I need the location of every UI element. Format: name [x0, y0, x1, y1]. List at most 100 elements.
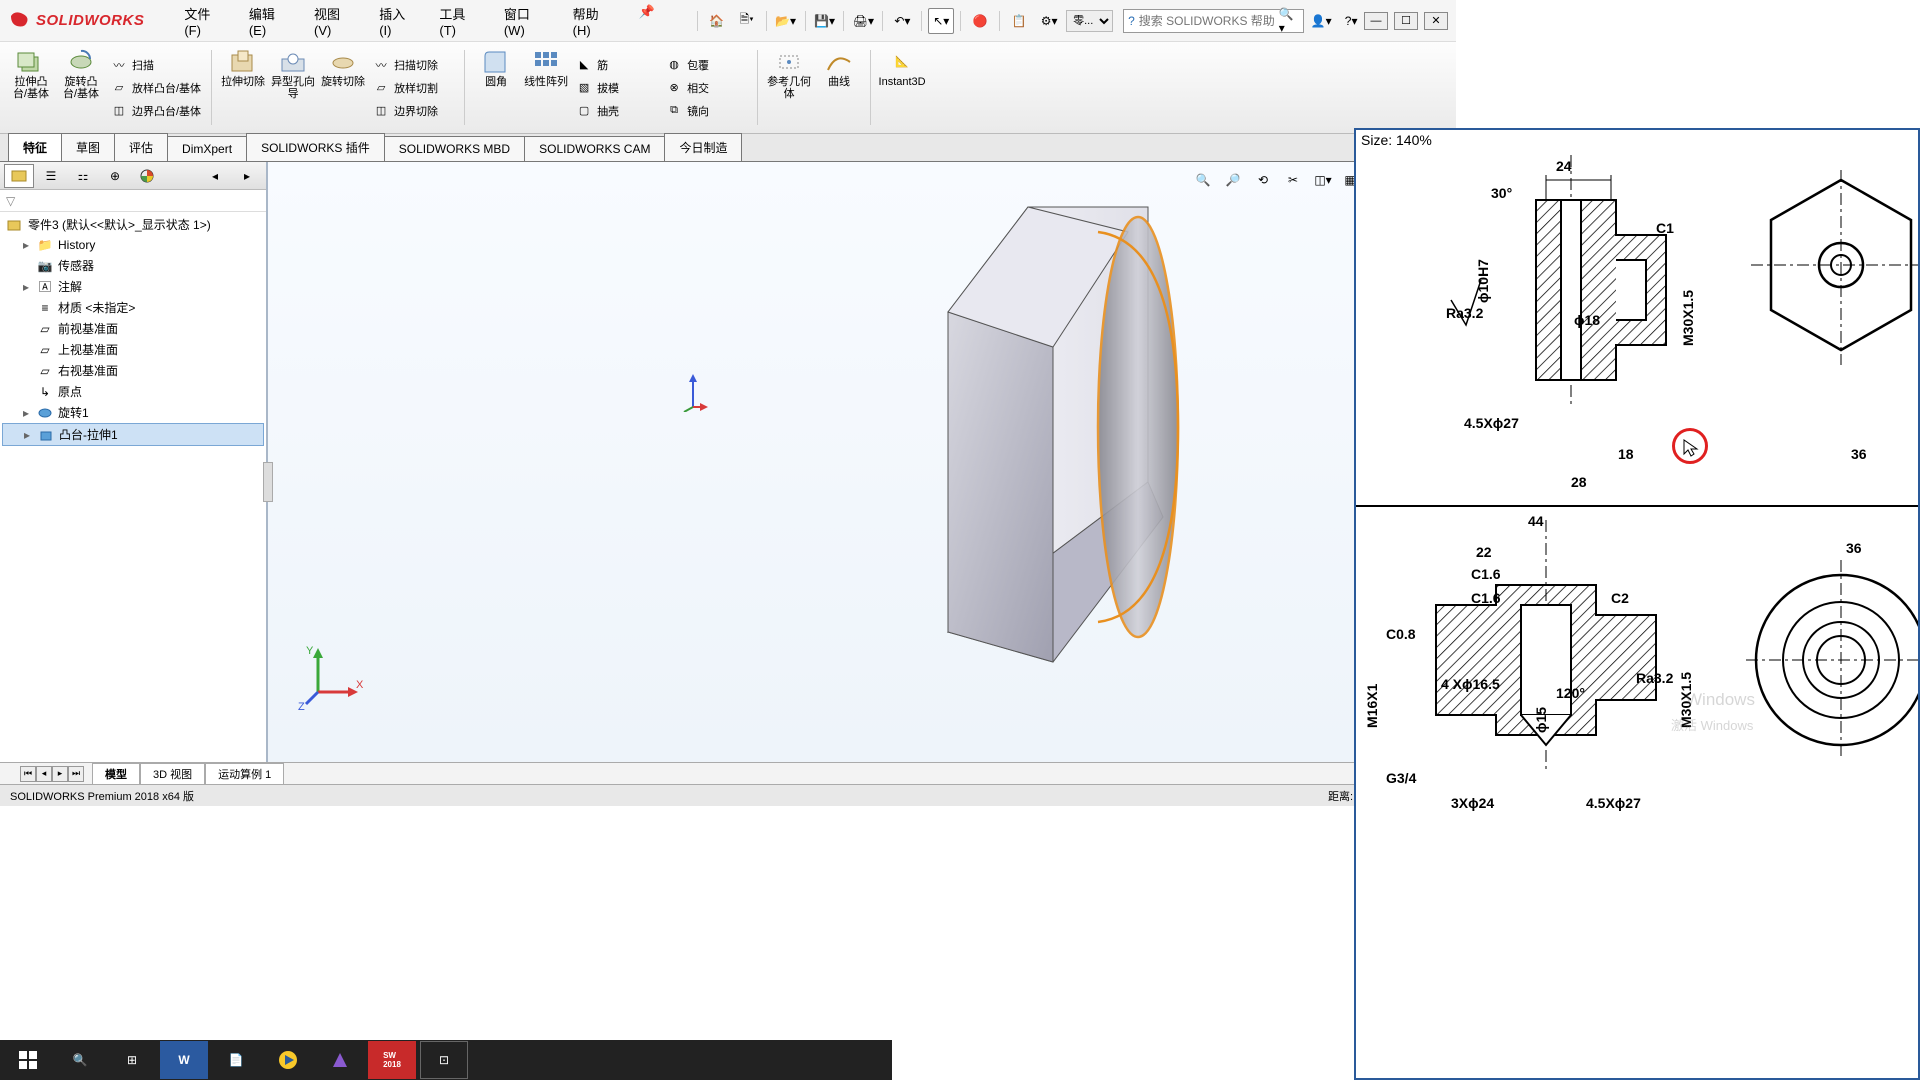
reference-image-overlay[interactable]: Size: 140% 24 30° C1 ϕ10H7 ϕ18 M30X1.5 R…: [1354, 128, 1920, 1080]
loft-button[interactable]: ▱放样凸台/基体: [106, 77, 205, 99]
tab-nav-last[interactable]: ⏭: [68, 766, 84, 782]
search-taskbar-icon[interactable]: 🔍: [56, 1041, 104, 1079]
minimize-button[interactable]: —: [1364, 12, 1388, 30]
tab-nav-next[interactable]: ▸: [52, 766, 68, 782]
recorder-app-icon[interactable]: ⊡: [420, 1041, 468, 1079]
help-search-box[interactable]: ? 🔍▾: [1123, 9, 1304, 33]
maximize-button[interactable]: ☐: [1394, 12, 1418, 30]
close-button[interactable]: ✕: [1424, 12, 1448, 30]
revolve-cut-button[interactable]: 旋转切除: [318, 46, 368, 129]
reference-geometry-button[interactable]: 参考几何体: [764, 46, 814, 129]
graphics-viewport[interactable]: 🔍 🔎 ⟲ ✂ ◫▾ ▦▾ 👁▾ 🎨▾: [268, 162, 1456, 762]
tab-evaluate[interactable]: 评估: [114, 133, 168, 161]
linear-pattern-button[interactable]: 线性阵列: [521, 46, 571, 129]
boundary-button[interactable]: ◫边界凸台/基体: [106, 100, 205, 122]
menu-window[interactable]: 窗口(W): [494, 0, 561, 42]
property-manager-tab-icon[interactable]: ☰: [36, 164, 66, 188]
help-icon[interactable]: ?▾: [1338, 8, 1364, 34]
start-button[interactable]: [4, 1041, 52, 1079]
media-app-icon[interactable]: [264, 1041, 312, 1079]
tree-material[interactable]: ≡材质 <未指定>: [2, 297, 264, 318]
config-combo[interactable]: 零...: [1066, 10, 1113, 32]
help-search-input[interactable]: [1139, 14, 1279, 28]
menu-view[interactable]: 视图(V): [304, 0, 367, 42]
assistant-app-icon[interactable]: [316, 1041, 364, 1079]
word-app-icon[interactable]: W: [160, 1041, 208, 1079]
menu-edit[interactable]: 编辑(E): [239, 0, 302, 42]
tree-revolve1[interactable]: ▸旋转1: [2, 402, 264, 423]
tree-origin[interactable]: ↳原点: [2, 381, 264, 402]
dimxpert-tab-icon[interactable]: ⊕: [100, 164, 130, 188]
select-icon[interactable]: ↖▾: [928, 8, 954, 34]
feature-tree-tab-icon[interactable]: [4, 164, 34, 188]
menu-file[interactable]: 文件(F): [174, 0, 236, 42]
tree-history[interactable]: ▸📁History: [2, 235, 264, 255]
menu-insert[interactable]: 插入(I): [369, 0, 427, 42]
tab-plugin[interactable]: SOLIDWORKS 插件: [246, 133, 385, 161]
tab-dimxpert[interactable]: DimXpert: [167, 136, 247, 161]
undo-icon[interactable]: ↶▾: [889, 8, 915, 34]
new-doc-icon[interactable]: 🗎▾: [734, 8, 760, 34]
config-manager-tab-icon[interactable]: ⚏: [68, 164, 98, 188]
solidworks-app-icon[interactable]: SW2018: [368, 1041, 416, 1079]
draft-button[interactable]: ▧拔模: [571, 77, 661, 99]
user-icon[interactable]: 👤▾: [1308, 8, 1334, 34]
shell-button[interactable]: ▢抽壳: [571, 100, 661, 122]
sweep-button[interactable]: 〰扫描: [106, 54, 205, 76]
print-icon[interactable]: 🖨▾: [850, 8, 876, 34]
doc-tab-3dview[interactable]: 3D 视图: [140, 763, 205, 785]
tree-root[interactable]: 零件3 (默认<<默认>_显示状态 1>): [2, 214, 264, 235]
boundary-cut-button[interactable]: ◫边界切除: [368, 100, 458, 122]
tab-today[interactable]: 今日制造: [664, 133, 742, 161]
fillet-button[interactable]: 圆角: [471, 46, 521, 129]
instant3d-button[interactable]: 📐Instant3D: [877, 46, 927, 129]
tree-plane-right[interactable]: ▱右视基准面: [2, 360, 264, 381]
tab-nav-prev[interactable]: ◂: [36, 766, 52, 782]
settings-icon[interactable]: ⚙▾: [1036, 8, 1062, 34]
search-icon[interactable]: 🔍▾: [1279, 7, 1299, 35]
extrude-boss-button[interactable]: 拉伸凸台/基体: [6, 46, 56, 129]
tree-filter[interactable]: ▽: [0, 190, 266, 212]
menu-pin-icon[interactable]: 📌: [629, 0, 665, 42]
task-view-icon[interactable]: ⊞: [108, 1041, 156, 1079]
tab-features[interactable]: 特征: [8, 133, 62, 161]
tab-nav-first[interactable]: ⏮: [20, 766, 36, 782]
panel-nav-prev-icon[interactable]: ◂: [200, 164, 230, 188]
revolve-boss-button[interactable]: 旋转凸台/基体: [56, 46, 106, 129]
curves-button[interactable]: 曲线: [814, 46, 864, 129]
extrude-cut-button[interactable]: 拉伸切除: [218, 46, 268, 129]
doc-tab-motion[interactable]: 运动算例 1: [205, 763, 284, 785]
tree-annotations[interactable]: ▸🄰注解: [2, 276, 264, 297]
intersect-button[interactable]: ⊗相交: [661, 77, 751, 99]
instant3d-icon: 📐: [886, 48, 918, 76]
sweep-cut-button[interactable]: 〰扫描切除: [368, 54, 458, 76]
tab-sketch[interactable]: 草图: [61, 133, 115, 161]
tree-plane-front[interactable]: ▱前视基准面: [2, 318, 264, 339]
rib-button[interactable]: ◣筋: [571, 54, 661, 76]
panel-splitter[interactable]: [263, 462, 273, 502]
prev-view-icon[interactable]: ⟲: [1250, 168, 1276, 192]
tab-mbd[interactable]: SOLIDWORKS MBD: [384, 136, 525, 161]
tab-cam[interactable]: SOLIDWORKS CAM: [524, 136, 665, 161]
menu-tools[interactable]: 工具(T): [429, 0, 491, 42]
mirror-button[interactable]: ⧉镜向: [661, 100, 751, 122]
tree-plane-top[interactable]: ▱上视基准面: [2, 339, 264, 360]
display-manager-tab-icon[interactable]: [132, 164, 162, 188]
doc-tab-model[interactable]: 模型: [92, 763, 140, 785]
view-orientation-icon[interactable]: ◫▾: [1310, 168, 1336, 192]
hole-wizard-button[interactable]: 异型孔向导: [268, 46, 318, 129]
loft-cut-button[interactable]: ▱放样切割: [368, 77, 458, 99]
home-icon[interactable]: 🏠: [704, 8, 730, 34]
view-triad[interactable]: Y X Z: [298, 642, 368, 712]
tree-extrude1[interactable]: ▸凸台-拉伸1: [2, 423, 264, 446]
wrap-button[interactable]: ◍包覆: [661, 54, 751, 76]
save-icon[interactable]: 💾▾: [812, 8, 838, 34]
panel-nav-next-icon[interactable]: ▸: [232, 164, 262, 188]
menu-help[interactable]: 帮助(H): [563, 0, 627, 42]
open-icon[interactable]: 📂▾: [773, 8, 799, 34]
rebuild-icon[interactable]: 🔴: [967, 8, 993, 34]
section-view-icon[interactable]: ✂: [1280, 168, 1306, 192]
file-app-icon[interactable]: 📄: [212, 1041, 260, 1079]
options-icon[interactable]: 📋: [1006, 8, 1032, 34]
tree-sensors[interactable]: 📷传感器: [2, 255, 264, 276]
